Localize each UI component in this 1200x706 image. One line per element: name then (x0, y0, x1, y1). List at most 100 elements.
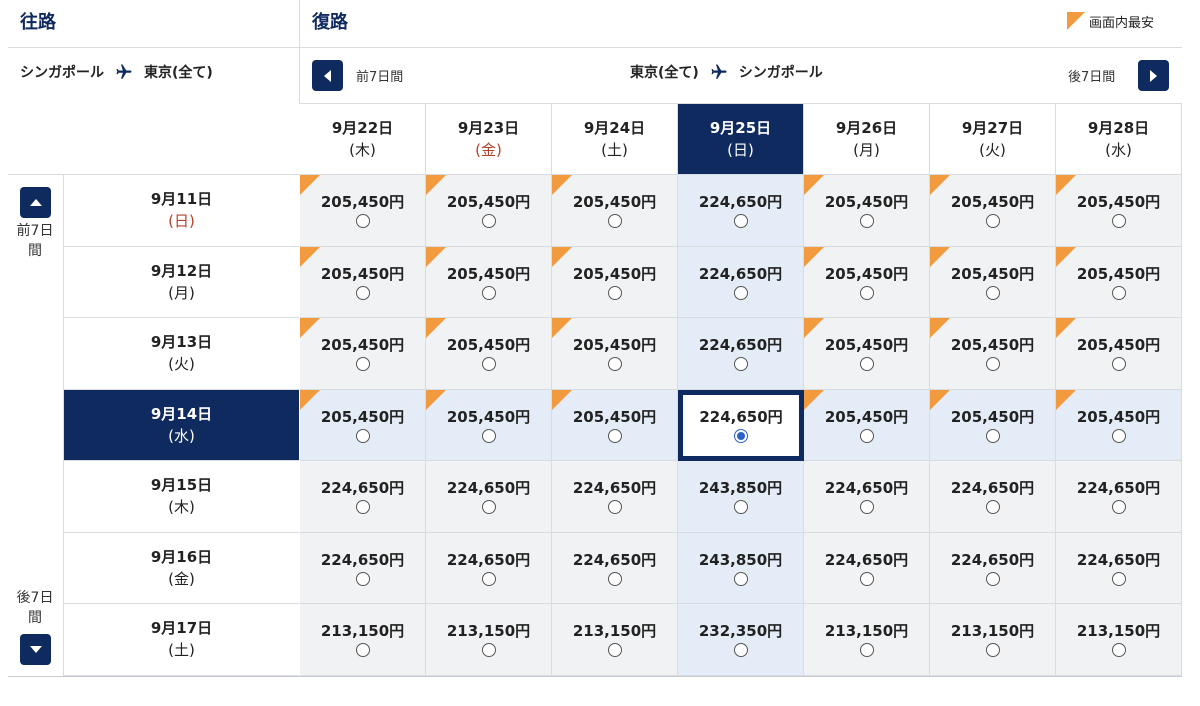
outbound-date-header[interactable]: 9月13日 (火) (64, 318, 299, 390)
fare-cell[interactable]: 205,450円 (426, 246, 552, 318)
fare-cell[interactable]: 213,150円 (552, 604, 678, 676)
fare-radio[interactable] (1111, 285, 1126, 300)
return-date-header[interactable]: 9月28日 (水) (1056, 104, 1182, 174)
outbound-date-header[interactable]: 9月11日 (日) (64, 175, 299, 247)
fare-cell[interactable]: 224,650円 (426, 461, 552, 533)
fare-radio[interactable] (481, 357, 496, 372)
fare-cell[interactable]: 205,450円 (804, 175, 930, 247)
fare-cell[interactable]: 205,450円 (426, 175, 552, 247)
fare-radio[interactable] (481, 571, 496, 586)
fare-radio[interactable] (733, 571, 748, 586)
fare-radio[interactable] (733, 214, 748, 229)
fare-radio[interactable] (481, 428, 496, 443)
fare-cell[interactable]: 224,650円 (426, 532, 552, 604)
fare-radio[interactable] (355, 357, 370, 372)
fare-radio[interactable] (859, 285, 874, 300)
fare-cell[interactable]: 224,650円 (1056, 461, 1182, 533)
fare-radio[interactable] (607, 643, 622, 658)
fare-cell[interactable]: 224,650円 (804, 532, 930, 604)
fare-cell[interactable]: 205,450円 (804, 389, 930, 461)
fare-radio[interactable] (355, 643, 370, 658)
return-date-header[interactable]: 9月23日 (金) (426, 104, 552, 174)
outbound-date-header[interactable]: 9月16日 (金) (64, 533, 299, 604)
fare-radio[interactable] (985, 357, 1000, 372)
fare-cell[interactable]: 205,450円 (300, 246, 426, 318)
fare-cell[interactable]: 205,450円 (552, 246, 678, 318)
outbound-date-header[interactable]: 9月15日 (木) (64, 461, 299, 533)
fare-cell[interactable]: 224,650円 (300, 461, 426, 533)
fare-cell[interactable]: 224,650円 (678, 318, 804, 390)
fare-cell[interactable]: 224,650円 (804, 461, 930, 533)
fare-radio[interactable] (985, 571, 1000, 586)
prev-7-days-button[interactable] (312, 60, 343, 91)
fare-radio[interactable] (1111, 571, 1126, 586)
fare-radio[interactable] (859, 500, 874, 515)
fare-cell[interactable]: 205,450円 (930, 175, 1056, 247)
fare-cell[interactable]: 205,450円 (1056, 318, 1182, 390)
fare-cell[interactable]: 224,650円 (930, 461, 1056, 533)
fare-cell[interactable]: 243,850円 (678, 532, 804, 604)
fare-cell[interactable]: 243,850円 (678, 461, 804, 533)
fare-radio[interactable] (355, 428, 370, 443)
fare-radio[interactable] (859, 357, 874, 372)
fare-cell[interactable]: 205,450円 (1056, 175, 1182, 247)
fare-radio[interactable] (985, 214, 1000, 229)
fare-cell[interactable]: 213,150円 (930, 604, 1056, 676)
fare-radio[interactable] (985, 643, 1000, 658)
fare-radio[interactable] (355, 285, 370, 300)
fare-radio[interactable] (607, 357, 622, 372)
fare-cell[interactable]: 232,350円 (678, 604, 804, 676)
fare-radio[interactable] (481, 500, 496, 515)
outbound-next-7-days-button[interactable] (20, 634, 51, 665)
fare-cell[interactable]: 213,150円 (300, 604, 426, 676)
outbound-date-header[interactable]: 9月14日 (水) (64, 389, 299, 461)
fare-cell[interactable]: 224,650円 (552, 461, 678, 533)
fare-radio[interactable] (355, 571, 370, 586)
fare-cell[interactable]: 205,450円 (930, 389, 1056, 461)
fare-radio[interactable] (985, 500, 1000, 515)
fare-radio[interactable] (607, 214, 622, 229)
fare-cell[interactable]: 224,650円 (678, 389, 804, 461)
fare-cell[interactable]: 224,650円 (930, 532, 1056, 604)
fare-cell[interactable]: 224,650円 (1056, 532, 1182, 604)
fare-radio[interactable] (355, 214, 370, 229)
fare-radio[interactable] (481, 285, 496, 300)
fare-cell[interactable]: 205,450円 (804, 318, 930, 390)
return-date-header[interactable]: 9月27日 (火) (930, 104, 1056, 174)
fare-cell[interactable]: 213,150円 (426, 604, 552, 676)
fare-cell[interactable]: 224,650円 (678, 246, 804, 318)
fare-radio[interactable] (859, 214, 874, 229)
fare-cell[interactable]: 224,650円 (552, 532, 678, 604)
fare-radio[interactable] (733, 357, 748, 372)
fare-cell[interactable]: 213,150円 (804, 604, 930, 676)
fare-radio[interactable] (859, 643, 874, 658)
outbound-date-header[interactable]: 9月17日 (土) (64, 604, 299, 676)
fare-radio[interactable] (733, 643, 748, 658)
fare-radio[interactable] (985, 285, 1000, 300)
fare-cell[interactable]: 224,650円 (678, 175, 804, 247)
fare-radio[interactable] (1111, 643, 1126, 658)
fare-cell[interactable]: 213,150円 (1056, 604, 1182, 676)
outbound-date-header[interactable]: 9月12日 (月) (64, 247, 299, 318)
fare-radio[interactable] (859, 428, 874, 443)
return-date-header[interactable]: 9月24日 (土) (552, 104, 678, 174)
fare-cell[interactable]: 205,450円 (426, 389, 552, 461)
next-7-days-button[interactable] (1138, 60, 1169, 91)
fare-cell[interactable]: 205,450円 (300, 389, 426, 461)
fare-radio[interactable] (1111, 214, 1126, 229)
return-date-header[interactable]: 9月26日 (月) (804, 104, 930, 174)
fare-radio[interactable] (733, 285, 748, 300)
fare-cell[interactable]: 205,450円 (300, 318, 426, 390)
fare-cell[interactable]: 205,450円 (930, 318, 1056, 390)
outbound-next-7-days-label[interactable]: 後7日間 (12, 588, 58, 628)
return-date-header[interactable]: 9月25日 (日) (678, 104, 804, 174)
fare-cell[interactable]: 205,450円 (930, 246, 1056, 318)
fare-radio[interactable] (607, 428, 622, 443)
fare-cell[interactable]: 224,650円 (300, 532, 426, 604)
fare-radio[interactable] (607, 571, 622, 586)
fare-radio[interactable] (733, 500, 748, 515)
next-7-days-label[interactable]: 後7日間 (1068, 66, 1115, 85)
fare-radio[interactable] (355, 500, 370, 515)
prev-7-days-label[interactable]: 前7日間 (356, 66, 403, 85)
fare-radio[interactable] (607, 500, 622, 515)
